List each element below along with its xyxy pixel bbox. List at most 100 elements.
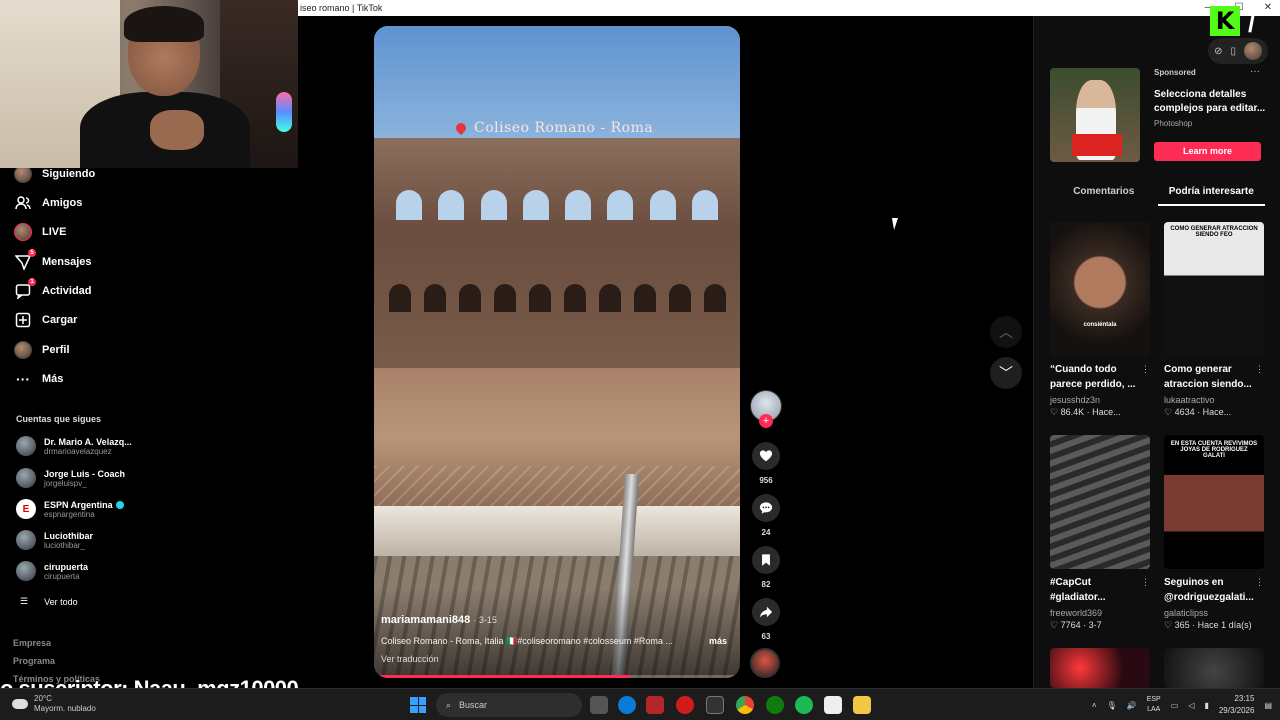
video-progress-bar[interactable] — [374, 675, 740, 678]
share-icon — [759, 606, 773, 618]
video-thumbnail[interactable]: consiéntala — [1050, 222, 1150, 356]
app-icon[interactable] — [646, 696, 664, 714]
sidebar-item-more[interactable]: ··· Más — [14, 369, 63, 389]
more-button[interactable]: más — [709, 636, 727, 646]
activity-icon: 1 — [14, 278, 36, 300]
card-user[interactable]: jesusshdz3n — [1050, 395, 1150, 405]
ad-thumbnail[interactable] — [1050, 68, 1140, 162]
like-button[interactable] — [752, 442, 780, 470]
chrome-icon[interactable] — [736, 696, 754, 714]
card-options-icon[interactable]: ⋮ — [1141, 577, 1150, 588]
sidebar-item-messages[interactable]: 5 Mensajes — [14, 249, 92, 272]
obs-icon[interactable] — [706, 696, 724, 714]
chevron-up-icon: ︿ — [999, 324, 1013, 340]
compass-icon[interactable]: ⊘ — [1214, 46, 1222, 57]
comment-button[interactable] — [752, 494, 780, 522]
translate-link[interactable]: Ver traducción — [381, 654, 439, 664]
ad-learn-more-button[interactable]: Learn more — [1154, 142, 1261, 161]
video-thumbnail[interactable]: EN ESTA CUENTA REVIVIMOS JOYAS DE RODRIG… — [1164, 435, 1264, 569]
sidebar-item-friends[interactable]: Amigos — [14, 193, 82, 213]
weather-temp: 20°C — [34, 694, 52, 703]
microphone-icon[interactable]: 🎙 — [1107, 701, 1117, 710]
card-user[interactable]: lukaatractivo — [1164, 395, 1264, 405]
taskbar-search[interactable]: ⌕ Buscar — [436, 693, 582, 717]
sidebar-item-profile[interactable]: Perfil — [14, 340, 70, 360]
recommended-video-card[interactable]: EN ESTA CUENTA REVIVIMOS JOYAS DE RODRIG… — [1164, 435, 1264, 631]
tab-recommendations[interactable]: Podría interesarte — [1157, 186, 1265, 206]
notifications-icon[interactable]: ▤ — [1264, 701, 1272, 710]
video-thumbnail[interactable]: COMO GENERAR ATRACCION SIENDO FEO — [1164, 222, 1264, 356]
file-explorer-icon[interactable] — [853, 696, 871, 714]
chevron-up-icon[interactable]: ˄ — [1092, 701, 1097, 710]
card-user[interactable]: freeworld369 — [1050, 608, 1150, 618]
edge-icon[interactable] — [618, 696, 636, 714]
speaker-icon[interactable]: 🔊 — [1127, 701, 1137, 710]
weather-desc: Mayorm. nublado — [34, 704, 96, 713]
account-name: cirupuerta — [44, 561, 89, 572]
taskbar-clock[interactable]: 23:15 29/3/2026 — [1219, 693, 1255, 717]
recommended-video-card[interactable]: COMO GENERAR ATRACCION SIENDO FEO Como g… — [1164, 222, 1264, 418]
card-title[interactable]: “Cuando todo parece perdido, ... — [1050, 362, 1142, 392]
time: 23:15 — [1234, 694, 1255, 703]
video-thumbnail[interactable] — [1050, 648, 1150, 688]
video-player[interactable]: Coliseo Romano - Roma mariamamani848 · 3… — [374, 26, 740, 678]
following-account[interactable]: E ESPN Argentina espnargentina — [16, 499, 124, 519]
close-icon[interactable]: ✕ — [1264, 0, 1272, 16]
sidebar-item-label: Siguiendo — [42, 168, 96, 180]
sidebar-item-upload[interactable]: Cargar — [14, 310, 77, 330]
card-title[interactable]: Como generar atraccion siendo... — [1164, 362, 1256, 392]
previous-video-button[interactable]: ︿ — [990, 316, 1022, 348]
xbox-icon[interactable] — [766, 696, 784, 714]
follow-plus-button[interactable]: + — [759, 414, 773, 428]
see-all-link[interactable]: ☰ Ver todo — [20, 596, 78, 607]
windows-start-icon[interactable] — [410, 697, 426, 713]
system-tray: ˄ 🎙 🔊 ESP LAA ▭ ◁ ▮ 23:15 29/3/2026 ▤ — [1092, 693, 1272, 717]
sidebar-item-live[interactable]: LIVE — [14, 222, 66, 242]
weather-widget[interactable]: 20°C Mayorm. nublado — [12, 694, 96, 714]
following-account[interactable]: cirupuerta cirupuerta — [16, 561, 88, 581]
spotify-icon[interactable] — [795, 696, 813, 714]
card-title[interactable]: Seguinos en @rodriguezgalati... — [1164, 575, 1256, 605]
recommended-video-card[interactable] — [1050, 648, 1150, 688]
capcut-icon[interactable] — [824, 696, 842, 714]
recommended-video-card[interactable]: consiéntala “Cuando todo parece perdido,… — [1050, 222, 1150, 418]
sidebar-item-label: Mensajes — [42, 256, 92, 268]
sidebar-item-activity[interactable]: 1 Actividad — [14, 278, 92, 301]
record-app-icon[interactable] — [676, 696, 694, 714]
share-button[interactable] — [752, 598, 780, 626]
save-button[interactable] — [752, 546, 780, 574]
card-options-icon[interactable]: ⋮ — [1255, 577, 1264, 588]
language-indicator[interactable]: ESP LAA — [1147, 695, 1161, 715]
video-thumbnail[interactable] — [1050, 435, 1150, 569]
account-handle: drmarioavelazquez — [44, 446, 112, 456]
volume-icon[interactable]: ◁ — [1188, 701, 1194, 710]
card-title[interactable]: #CapCut #gladiator... — [1050, 575, 1142, 605]
card-options-icon[interactable]: ⋮ — [1255, 364, 1264, 375]
card-user[interactable]: galaticlipss — [1164, 608, 1264, 618]
ad-title[interactable]: Selecciona detalles complejos para edita… — [1154, 88, 1266, 116]
footer-link-program[interactable]: Programa — [13, 656, 55, 666]
footer-link-company[interactable]: Empresa — [13, 638, 51, 648]
date: 29/3/2026 — [1218, 706, 1255, 715]
following-account[interactable]: Luciothibar luciothibar_ — [16, 530, 93, 550]
save-count: 82 — [761, 580, 771, 589]
following-account[interactable]: Dr. Mario A. Velazq... drmarioavelazquez — [16, 436, 132, 456]
card-options-icon[interactable]: ⋮ — [1141, 364, 1150, 375]
next-video-button[interactable]: ﹀ — [990, 357, 1022, 389]
following-account[interactable]: Jorge Luis - Coach jorgeluispv_ — [16, 468, 125, 488]
network-icon[interactable]: ▭ — [1171, 701, 1179, 710]
device-icon[interactable]: ▯ — [1230, 46, 1236, 57]
account-name: Dr. Mario A. Velazq... — [44, 436, 132, 447]
video-author[interactable]: mariamamani848 · 3-15 — [381, 614, 497, 626]
music-disc-icon[interactable] — [750, 648, 780, 678]
battery-icon[interactable]: ▮ — [1204, 701, 1208, 710]
recommended-video-card[interactable]: #CapCut #gladiator... ⋮ freeworld369 ♡ 7… — [1050, 435, 1150, 631]
friends-icon — [14, 194, 32, 212]
video-thumbnail[interactable] — [1164, 648, 1264, 688]
recommended-video-card[interactable] — [1164, 648, 1264, 688]
author-name[interactable]: mariamamani848 — [381, 614, 470, 626]
user-avatar[interactable] — [1244, 42, 1262, 60]
tab-comments[interactable]: Comentarios — [1050, 186, 1158, 206]
ad-options-icon[interactable]: ··· — [1250, 66, 1260, 77]
task-view-icon[interactable] — [590, 696, 608, 714]
